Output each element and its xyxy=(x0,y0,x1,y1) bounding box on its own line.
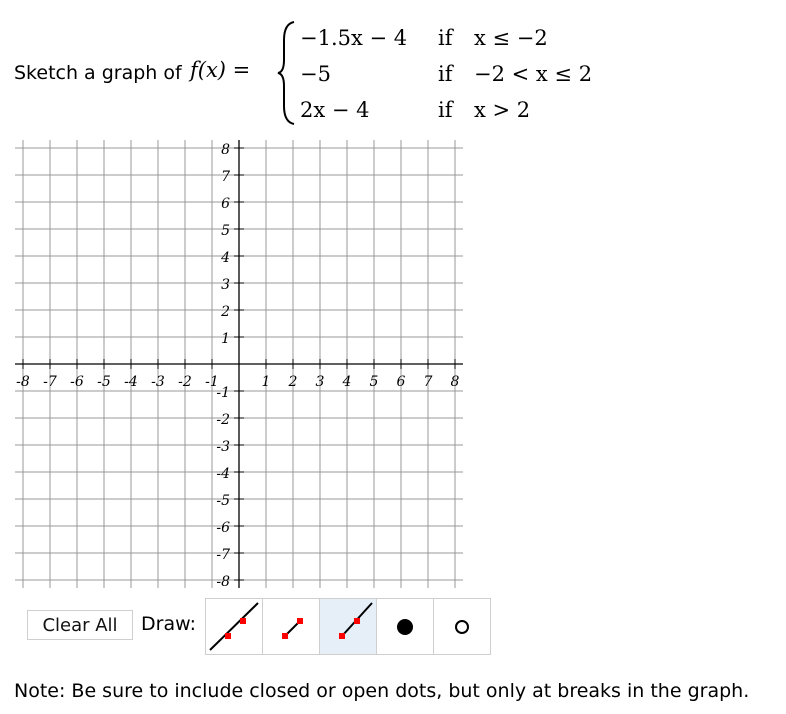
x-tick-label: -2 xyxy=(178,374,192,390)
y-tick-label: -3 xyxy=(216,439,230,455)
y-tick-label: -6 xyxy=(216,520,230,536)
x-tick-label: -3 xyxy=(151,374,165,390)
draw-tools xyxy=(205,598,491,655)
case-if: if xyxy=(438,26,453,50)
case-if: if xyxy=(438,62,453,86)
x-tick-label: 8 xyxy=(451,374,460,390)
x-tick-label: -4 xyxy=(124,374,138,390)
x-tick-label: 7 xyxy=(424,374,433,390)
question-prompt: Sketch a graph of xyxy=(14,62,182,84)
closed-dot-icon xyxy=(397,619,413,635)
case-condition: x > 2 xyxy=(474,98,531,122)
clear-all-button[interactable]: Clear All xyxy=(27,610,133,640)
note-text: Note: Be sure to include closed or open … xyxy=(14,680,750,702)
y-tick-label: 5 xyxy=(221,223,230,239)
case-condition: x ≤ −2 xyxy=(474,26,548,50)
tool-ray[interactable] xyxy=(320,599,377,654)
y-tick-label: -7 xyxy=(216,547,230,563)
y-tick-label: 7 xyxy=(221,169,230,185)
case-expression: 2x − 4 xyxy=(300,98,370,122)
case-expression: −1.5x − 4 xyxy=(300,26,408,50)
y-tick-label: -4 xyxy=(216,466,230,482)
y-tick-label: 1 xyxy=(221,331,230,347)
y-tick-label: 2 xyxy=(220,304,230,320)
segment-icon xyxy=(282,618,303,639)
x-tick-label: 4 xyxy=(342,374,352,390)
x-tick-label: -7 xyxy=(43,374,57,390)
open-dot-icon xyxy=(455,620,469,634)
x-tick-label: 2 xyxy=(288,374,298,390)
y-tick-label: 6 xyxy=(221,196,230,212)
x-tick-label: -6 xyxy=(70,374,84,390)
function-label: f(x) = xyxy=(190,58,251,82)
ray-icon xyxy=(339,602,373,639)
y-tick-label: -8 xyxy=(216,574,230,590)
tool-line[interactable] xyxy=(206,599,263,654)
y-tick-label: -1 xyxy=(216,385,230,401)
x-tick-label: -5 xyxy=(97,374,111,390)
x-tick-label: 5 xyxy=(370,374,379,390)
left-brace xyxy=(277,21,295,125)
y-tick-label: -2 xyxy=(216,412,230,428)
x-tick-label: 6 xyxy=(397,374,406,390)
y-tick-label: 8 xyxy=(221,142,230,158)
case-expression: −5 xyxy=(300,62,331,86)
graph-canvas[interactable]: -8 -7 -6 -5 -4 -3 -2 -1 1 2 3 4 5 6 7 887654321-1-2-3-4… xyxy=(0,130,480,595)
case-if: if xyxy=(438,98,453,122)
y-tick-label: -5 xyxy=(216,493,230,509)
tool-closed-dot[interactable] xyxy=(377,599,434,654)
draw-label: Draw: xyxy=(141,613,196,635)
x-tick-label: 3 xyxy=(316,374,325,390)
x-tick-label: -8 xyxy=(16,374,30,390)
y-tick-label: 3 xyxy=(221,277,230,293)
tool-open-dot[interactable] xyxy=(434,599,490,654)
x-tick-label: 1 xyxy=(262,374,271,390)
tool-segment[interactable] xyxy=(263,599,320,654)
case-condition: −2 < x ≤ 2 xyxy=(474,62,593,86)
y-tick-label: 4 xyxy=(220,250,230,266)
line-icon xyxy=(209,602,259,651)
